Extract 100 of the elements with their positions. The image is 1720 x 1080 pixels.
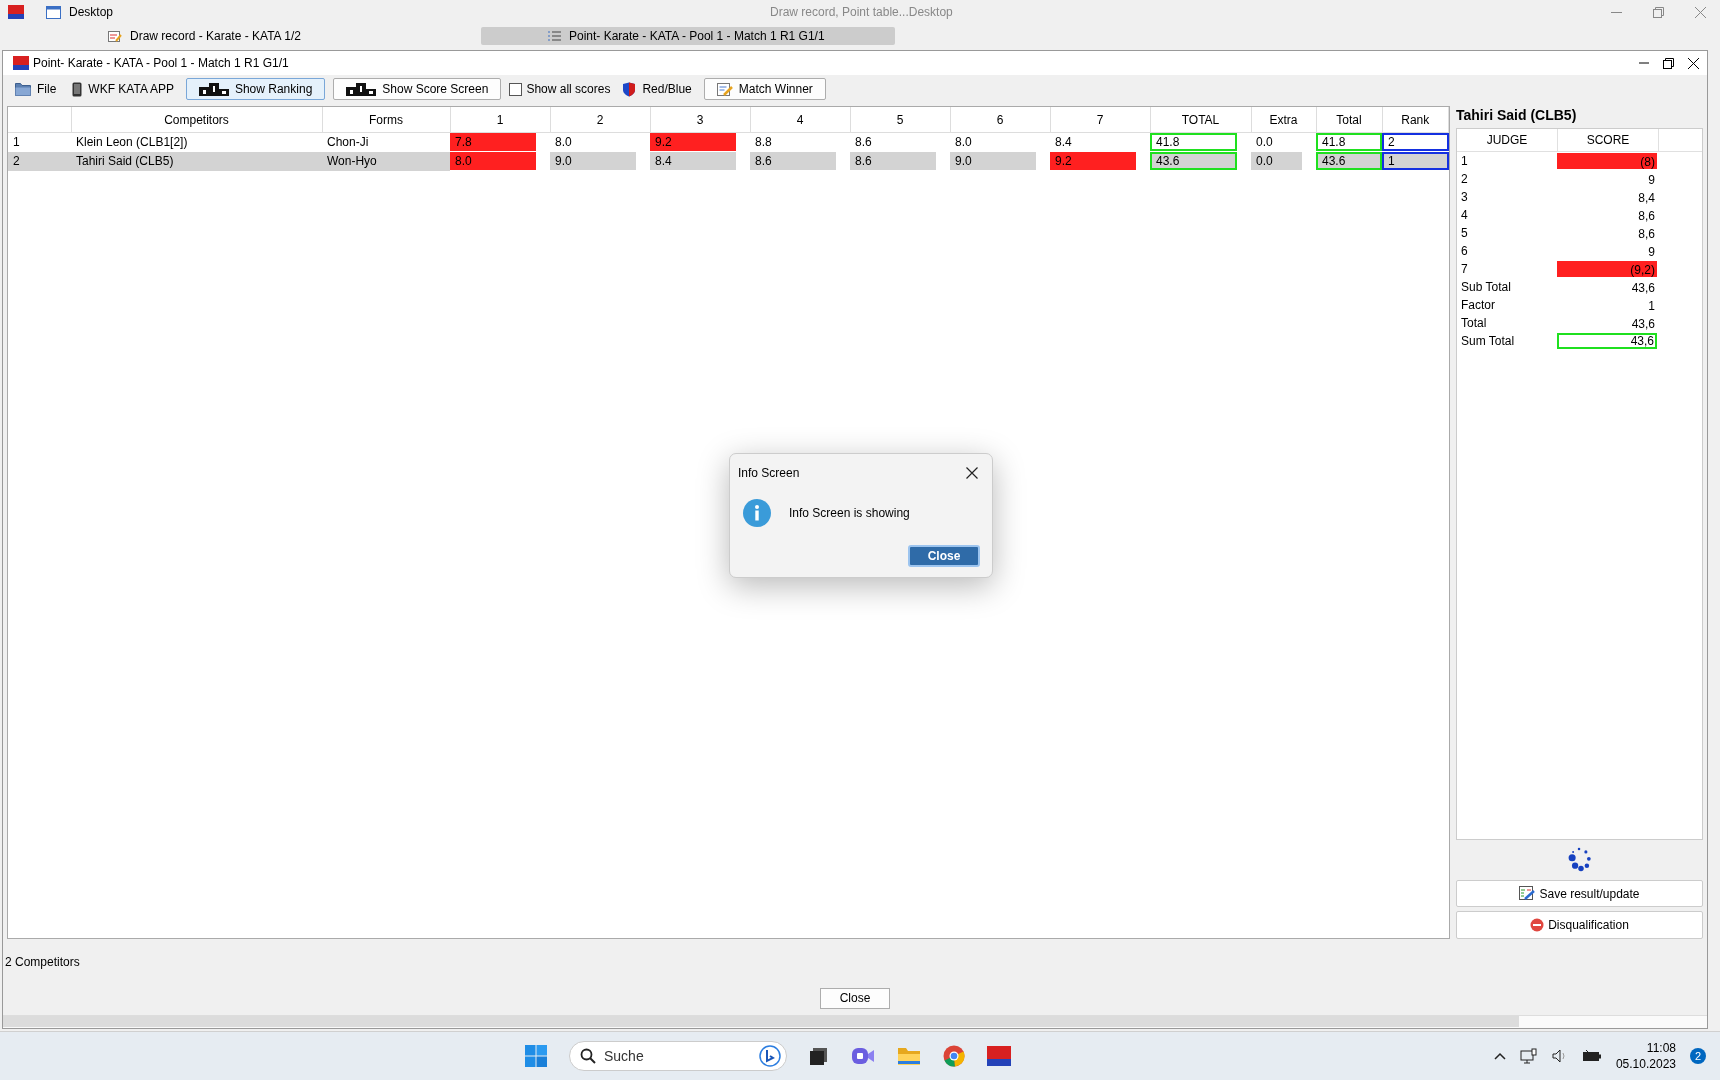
podium-icon (198, 82, 229, 96)
app-logo-icon (8, 5, 24, 19)
info-icon (743, 499, 771, 527)
competitor-name[interactable]: Tahiri Said (CLB5) (71, 152, 322, 170)
save-button[interactable]: Save result/update (1456, 879, 1703, 908)
show-all-scores-checkbox[interactable]: Show all scores (509, 82, 611, 96)
column-header[interactable]: 1 (496, 112, 504, 127)
summary-value: 43,6 (1630, 280, 1656, 295)
judge-number: 6 (1461, 244, 1469, 258)
toolbar-menu-item[interactable]: Red/Blue (618, 78, 696, 100)
folder-icon[interactable] (897, 1046, 921, 1066)
total-cell: 41.8 (1150, 133, 1237, 151)
disqualification-button[interactable]: Disqualification (1456, 911, 1703, 939)
sum-total-cell: 41.8 (1316, 133, 1382, 151)
column-header[interactable]: Total (1336, 112, 1362, 127)
clock-date[interactable]: 05.10.2023 (1615, 1057, 1676, 1071)
judge-number: 2 (1461, 172, 1469, 186)
toolbar-button[interactable]: Show Ranking (185, 78, 326, 100)
browser-icon[interactable] (943, 1045, 965, 1067)
score-cell-text: 8.4 (1054, 134, 1073, 151)
close-button[interactable]: Close (820, 987, 890, 1009)
window-caption: Draw record, Point table...Desktop (770, 5, 953, 19)
score-cell: 8.6 (850, 152, 936, 170)
column-header[interactable]: 4 (796, 112, 804, 127)
judge-number: 3 (1461, 190, 1469, 204)
judge-number: 5 (1461, 226, 1469, 240)
horizontal-scrollbar[interactable] (3, 1016, 1519, 1027)
toolbar-button[interactable]: Show Score Screen (333, 78, 502, 100)
competitor-name[interactable]: Klein Leon (CLB1[2]) (71, 133, 322, 151)
taskbar-search-field[interactable]: Suche (569, 1041, 787, 1071)
judge-number: 1 (1461, 154, 1469, 168)
column-header[interactable]: 2 (596, 112, 604, 127)
score-cell: 9.0 (950, 152, 1036, 170)
window-tab[interactable]: Draw record - Karate - KATA 1/2 (108, 27, 371, 45)
column-header[interactable]: Competitors (164, 112, 229, 127)
judge-score: 8,6 (1637, 208, 1656, 223)
column-header[interactable]: 3 (696, 112, 704, 127)
judge-score: 9 (1647, 172, 1656, 187)
notepad-icon (108, 29, 122, 43)
column-header[interactable]: Forms (369, 112, 403, 127)
window-icon (46, 5, 61, 19)
rank-cell: 2 (1382, 133, 1449, 151)
score-cell-text: 8.6 (854, 134, 873, 151)
window-tab[interactable]: Point- Karate - KATA - Pool 1 - Match 1 R1 G1/1 (480, 27, 895, 45)
judge-number: 7 (1461, 262, 1469, 276)
toolbar-menu-item[interactable]: File (11, 78, 61, 100)
extra-cell-text: 0.0 (1255, 134, 1274, 151)
summary-label: Factor (1461, 298, 1496, 312)
column-header[interactable]: Extra (1269, 112, 1298, 127)
monitor-icon[interactable] (1519, 1048, 1538, 1064)
column-header: SCORE (1558, 129, 1659, 151)
summary-value: 1 (1647, 298, 1656, 313)
row-number: 1 (12, 134, 21, 151)
podium-icon (346, 82, 377, 96)
column-header[interactable]: 5 (896, 112, 904, 127)
judge-score: 9 (1647, 244, 1656, 259)
summary-label: Total (1461, 316, 1488, 330)
video-chat-icon[interactable] (851, 1046, 875, 1066)
judge-score: 8,6 (1637, 226, 1656, 241)
speaker-icon[interactable] (1551, 1049, 1568, 1063)
score-cell-text: 8.0 (554, 134, 573, 151)
score-cell: 9.0 (550, 152, 636, 170)
start-icon[interactable] (525, 1045, 547, 1067)
task-view-icon[interactable] (809, 1046, 829, 1066)
score-cell-text: 8.0 (954, 134, 973, 151)
list-icon (546, 30, 561, 42)
form-name: Chon-Ji (326, 134, 370, 151)
sum-total-cell: 43.6 (1316, 152, 1382, 170)
column-header[interactable]: Rank (1401, 112, 1430, 127)
column-header[interactable]: 7 (1096, 112, 1104, 127)
form-name: Won-Hyo (326, 153, 378, 170)
chevron-up-icon[interactable] (1493, 1052, 1506, 1060)
folder-icon (15, 82, 31, 96)
extra-cell: 0.0 (1251, 152, 1302, 170)
notepad-icon (716, 81, 733, 97)
score-cell: 8.0 (450, 152, 536, 170)
notification-badge[interactable]: 2 (1690, 1048, 1706, 1064)
status-text: 2 Competitors (4, 954, 81, 971)
summary-value: 43,6 (1557, 333, 1657, 349)
column-header[interactable]: 6 (996, 112, 1004, 127)
restore-icon[interactable] (1663, 57, 1674, 69)
toolbar-menu-item[interactable]: WKF KATA APP (68, 78, 178, 100)
clock-time[interactable]: 11:08 (1646, 1041, 1676, 1055)
score-cell-text: 8.8 (754, 134, 773, 151)
battery-icon[interactable] (1581, 1049, 1602, 1063)
toolbar-button[interactable]: Match Winner (703, 78, 826, 100)
summary-label: Sub Total (1461, 280, 1512, 294)
column-header[interactable]: TOTAL (1181, 112, 1220, 127)
dialog-close-button[interactable]: Close (908, 545, 980, 567)
app-logo-icon (13, 56, 29, 70)
close-icon[interactable] (1688, 57, 1699, 69)
total-cell: 43.6 (1150, 152, 1237, 170)
judge-number: 4 (1461, 208, 1469, 222)
desktop-title: Desktop (69, 5, 114, 19)
score-cell: 7.8 (450, 133, 536, 151)
score-cell: 8.6 (750, 152, 836, 170)
bing-icon[interactable] (759, 1045, 781, 1067)
score-cell: 8.4 (650, 152, 736, 170)
search-icon[interactable] (580, 1048, 596, 1064)
close-icon[interactable] (966, 467, 978, 479)
